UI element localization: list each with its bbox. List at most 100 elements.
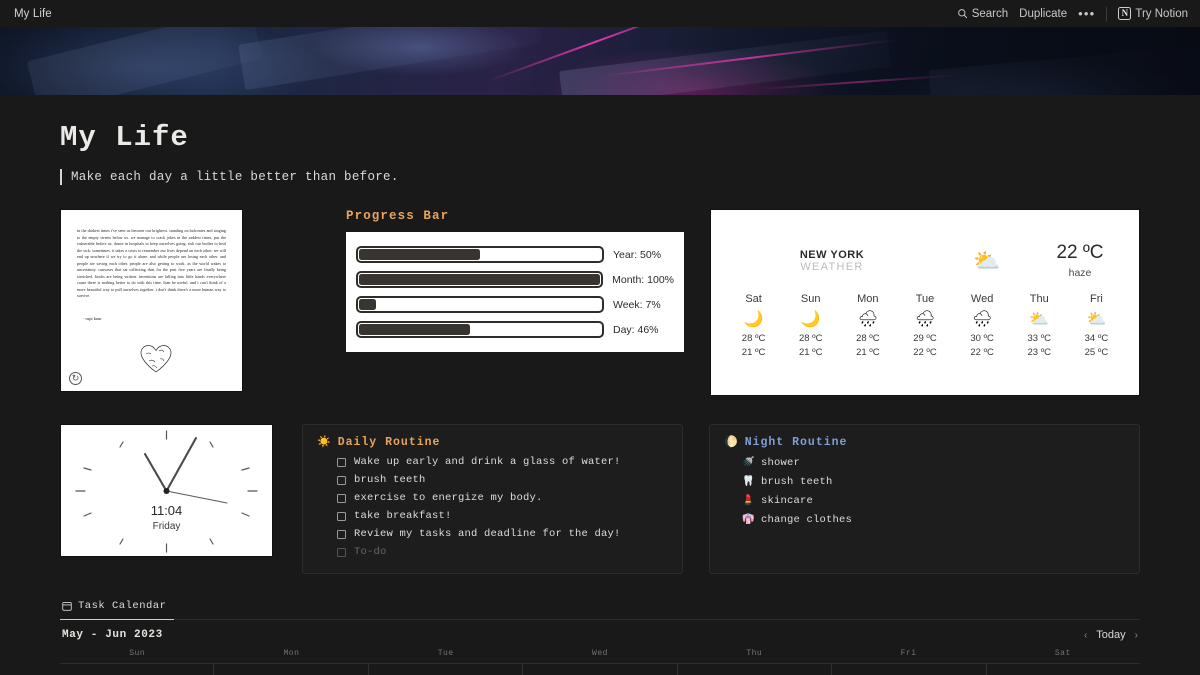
weather-day-high: 28 ºC	[798, 333, 823, 345]
calendar-icon	[62, 602, 72, 611]
weather-current-readout: 22 ºC haze	[1047, 242, 1113, 279]
night-routine-header: 🌔 Night Routine	[724, 436, 1125, 449]
document-title[interactable]: My Life	[14, 8, 52, 20]
weather-day-high: 29 ºC	[913, 333, 937, 345]
calendar-range-label: May - Jun 2023	[62, 629, 163, 641]
weather-current-icon: ⛅	[973, 247, 1001, 273]
daily-todo-placeholder[interactable]: To-do	[317, 543, 668, 561]
checkbox-icon[interactable]	[337, 547, 346, 557]
progress-track-week	[356, 296, 604, 313]
calendar-cell[interactable]: Jun 1	[678, 664, 833, 675]
daily-routine-header: ☀️ Daily Routine	[317, 436, 668, 449]
progress-row: Day: 46%	[356, 321, 674, 338]
calendar-prev-button[interactable]: ‹	[1084, 630, 1087, 641]
checkbox-icon[interactable]	[337, 475, 346, 485]
night-routine-label: skincare	[761, 494, 814, 507]
calendar-cell[interactable]: 29	[214, 664, 369, 675]
daily-todo-item[interactable]: exercise to energize my body.	[317, 489, 668, 507]
weather-condition: haze	[1068, 267, 1092, 279]
page-subtitle[interactable]: Make each day a little better than befor…	[71, 170, 399, 184]
notion-logo-icon: N	[1118, 7, 1132, 20]
page-content: My Life Make each day a little better th…	[0, 95, 1200, 675]
weather-day: Fri ⛅ 34 ºC 25 ºC	[1068, 293, 1125, 360]
rain-cloud-icon: 🌧	[857, 311, 878, 328]
progress-label-week: Week: 7%	[613, 298, 661, 311]
banner-vignette	[0, 27, 1200, 95]
progress-fill-month	[359, 274, 600, 285]
quote-card[interactable]: in the darkest times i've seen us become…	[60, 209, 243, 392]
night-routine-item[interactable]: 🚿 shower	[724, 453, 1125, 472]
calendar-today-button[interactable]: Today	[1096, 629, 1125, 641]
calendar-cell[interactable]: 3	[987, 664, 1140, 675]
clock-hour-hand	[143, 452, 168, 493]
night-routine-label: brush teeth	[761, 475, 833, 488]
progress-track-year	[356, 246, 604, 263]
calendar-cell[interactable]: 28	[60, 664, 215, 675]
progress-row: Year: 50%	[356, 246, 674, 263]
daily-todo-item[interactable]: Review my tasks and deadline for the day…	[317, 525, 668, 543]
clock-center-pin	[163, 488, 170, 494]
calendar-cell[interactable]: 30	[369, 664, 524, 675]
weather-subtitle: WEATHER	[800, 260, 864, 273]
calendar-cell[interactable]: 31	[523, 664, 678, 675]
top-bar-actions: Search Duplicate ••• N Try Notion	[957, 6, 1188, 21]
daily-todo-item[interactable]: Wake up early and drink a glass of water…	[317, 453, 668, 471]
cover-banner-image[interactable]	[0, 27, 1200, 95]
weather-day: Mon 🌧 28 ºC 21 ºC	[839, 293, 896, 360]
duplicate-button[interactable]: Duplicate	[1019, 8, 1067, 20]
crescent-moon-icon: 🌙	[743, 311, 764, 328]
progress-fill-day	[359, 324, 471, 335]
weather-location: NEW YORK WEATHER	[737, 249, 927, 273]
more-options-button[interactable]: •••	[1078, 6, 1095, 21]
try-notion-button[interactable]: N Try Notion	[1118, 7, 1188, 20]
kimono-icon: 👘	[742, 513, 755, 525]
progress-track-month	[356, 271, 604, 288]
weather-day-name: Fri	[1090, 293, 1103, 305]
checkbox-icon[interactable]	[337, 457, 346, 467]
weather-day-name: Sat	[745, 293, 762, 305]
clock-widget[interactable]: 11:04 Friday	[60, 424, 273, 557]
tab-task-calendar-label: Task Calendar	[78, 600, 167, 612]
night-routine-label: shower	[761, 456, 801, 469]
progress-row: Week: 7%	[356, 296, 674, 313]
checkbox-icon[interactable]	[337, 529, 346, 539]
clock-minute-hand	[165, 436, 198, 493]
checkbox-icon[interactable]	[337, 493, 346, 503]
progress-label-month: Month: 100%	[612, 273, 674, 286]
checkbox-icon[interactable]	[337, 511, 346, 521]
clock-time: 11:04	[150, 503, 183, 518]
night-routine-item[interactable]: 🦷 brush teeth	[724, 472, 1125, 491]
weather-day-high: 34 ºC	[1084, 333, 1109, 345]
night-routine-card: 🌔 Night Routine 🚿 shower 🦷 brush teeth 💄…	[709, 424, 1140, 574]
progress-row: Month: 100%	[356, 271, 674, 288]
night-routine-title: Night Routine	[744, 436, 848, 449]
calendar-navigation: ‹ Today ›	[1084, 629, 1138, 641]
shower-icon: 🚿	[742, 456, 755, 468]
page-title[interactable]: My Life	[60, 95, 1140, 154]
calendar-next-button[interactable]: ›	[1135, 630, 1138, 641]
rain-cloud-icon: 🌧	[914, 311, 936, 328]
weather-forecast-row: Sat 🌙 28 ºC 21 ºC Sun 🌙 28 ºC 21 ºC Mon …	[725, 293, 1125, 360]
daily-todo-item[interactable]: take breakfast!	[317, 507, 668, 525]
progress-fill-week	[359, 299, 377, 310]
night-routine-item[interactable]: 💄 skincare	[724, 491, 1125, 510]
weather-day-low: 21 ºC	[856, 346, 880, 358]
tab-task-calendar[interactable]: Task Calendar	[60, 600, 175, 620]
rain-cloud-icon: 🌧	[971, 311, 993, 328]
weather-day-low: 23 ºC	[1027, 346, 1052, 358]
weather-day: Tue 🌧 29 ºC 22 ºC	[896, 293, 953, 360]
subtitle-accent-bar	[60, 169, 62, 185]
daily-todo-label: brush teeth	[354, 474, 426, 486]
calendar-header: May - Jun 2023 ‹ Today ›	[60, 620, 1140, 649]
progress-fill-year	[359, 249, 480, 260]
search-button[interactable]: Search	[957, 8, 1008, 20]
progress-bar-title: Progress Bar	[346, 209, 450, 223]
weather-day-name: Wed	[970, 293, 994, 305]
night-routine-item[interactable]: 👘 change clothes	[724, 510, 1125, 529]
moon-icon: 🌔	[724, 436, 738, 448]
refresh-icon[interactable]: ↻	[69, 372, 82, 385]
weather-widget[interactable]: NEW YORK WEATHER ⛅ 22 ºC haze Sat 🌙 28 º…	[710, 209, 1140, 396]
calendar-day-header: Wed	[592, 649, 608, 658]
calendar-cell[interactable]: 2	[832, 664, 987, 675]
daily-todo-item[interactable]: brush teeth	[317, 471, 668, 489]
